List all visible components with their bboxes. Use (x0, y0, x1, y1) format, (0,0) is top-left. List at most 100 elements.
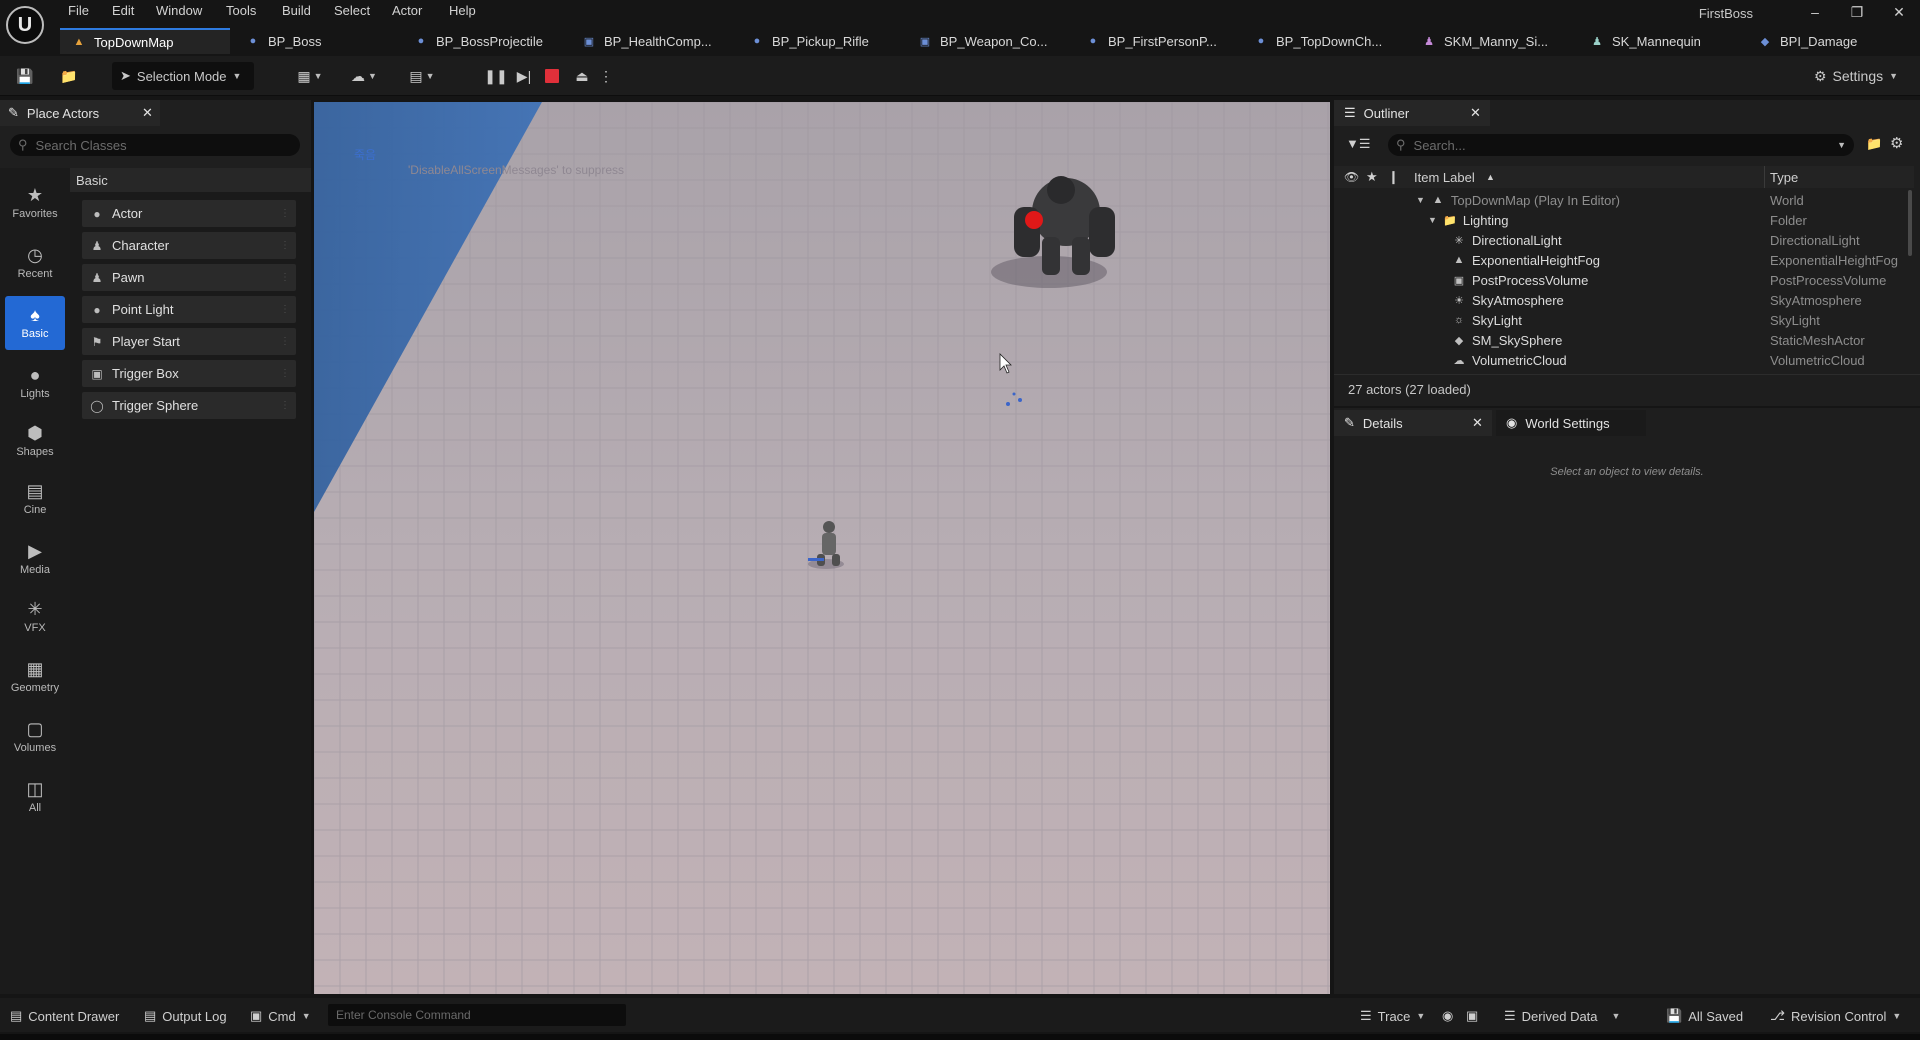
outliner-row[interactable]: ▼ ▲ TopDownMap (Play In Editor) World (1334, 190, 1914, 210)
add-folder-icon[interactable]: 📁 (1866, 136, 1882, 152)
outliner-scrollbar[interactable] (1908, 190, 1912, 256)
menu-build[interactable]: Build (282, 3, 311, 18)
filter-icon[interactable]: ▼☰ (1346, 136, 1371, 152)
drag-handle-icon[interactable]: ⋮ (280, 240, 290, 251)
settings-gear-icon[interactable]: ⚙ (1890, 134, 1903, 152)
cmd-dropdown[interactable]: ▣ Cmd ▼ (250, 1006, 311, 1026)
outliner-row[interactable]: ☁ VolumetricCloud VolumetricCloud (1334, 350, 1914, 370)
visibility-eye-icon[interactable]: 👁 (1344, 170, 1359, 184)
tab-topdownmap[interactable]: ▲ TopDownMap (60, 28, 230, 54)
restore-icon[interactable]: ❐ (1842, 2, 1872, 22)
settings-button[interactable]: ⚙ Settings ▼ (1808, 62, 1904, 90)
add-actor-button[interactable]: ▦ ▼ (290, 62, 330, 90)
outliner-row[interactable]: ☀ SkyAtmosphere SkyAtmosphere (1334, 290, 1914, 310)
console-command-input[interactable]: Enter Console Command (328, 1004, 626, 1026)
drag-handle-icon[interactable]: ⋮ (280, 368, 290, 379)
world-settings-tab[interactable]: ◉ World Settings (1496, 410, 1646, 436)
drag-handle-icon[interactable]: ⋮ (280, 208, 290, 219)
close-tab-icon[interactable]: ✕ (142, 105, 153, 121)
expand-arrow-icon[interactable]: ▼ (1416, 195, 1425, 205)
category-recent[interactable]: ◷ Recent (5, 236, 65, 290)
category-lights[interactable]: ● Lights (5, 356, 65, 410)
minimize-icon[interactable]: – (1800, 2, 1830, 22)
more-options-icon[interactable]: ⋮ (599, 62, 613, 90)
category-vfx[interactable]: ✳ VFX (5, 590, 65, 644)
tab-bpi-damage[interactable]: ◆ BPI_Damage (1746, 28, 1869, 54)
category-favorites[interactable]: ★ Favorites (5, 176, 65, 230)
outliner-row[interactable]: ◆ SM_SkySphere StaticMeshActor (1334, 330, 1914, 350)
actor-item-actor[interactable]: ● Actor ⋮ (82, 200, 296, 227)
screenshot-icon[interactable]: ▣ (1466, 1006, 1478, 1026)
actor-item-trigger-sphere[interactable]: ◯ Trigger Sphere ⋮ (82, 392, 296, 419)
menu-window[interactable]: Window (156, 3, 202, 18)
type-column[interactable]: Type (1770, 170, 1798, 185)
place-actors-tab[interactable]: ✎ Place Actors ✕ (0, 100, 160, 126)
derived-data-dropdown[interactable]: ☰ Derived Data ▼ (1504, 1006, 1620, 1026)
category-all[interactable]: ◫ All (5, 770, 65, 824)
category-geometry[interactable]: ▦ Geometry (5, 650, 65, 704)
close-tab-icon[interactable]: ✕ (1472, 415, 1483, 431)
outliner-search-input[interactable]: ⚲ Search... ▼ (1388, 134, 1854, 156)
menu-edit[interactable]: Edit (112, 3, 134, 18)
tab-sk-mannequin[interactable]: ♟ SK_Mannequin (1578, 28, 1713, 54)
level-viewport[interactable] (314, 102, 1330, 994)
column-divider[interactable] (1764, 166, 1765, 188)
tab-bp-firstpersonp[interactable]: ● BP_FirstPersonP... (1074, 28, 1229, 54)
menu-file[interactable]: File (68, 3, 89, 18)
content-drawer-button[interactable]: ▤ Content Drawer (10, 1006, 119, 1026)
record-icon[interactable]: ◉ (1442, 1006, 1453, 1026)
expand-arrow-icon[interactable]: ▼ (1428, 215, 1437, 225)
tab-skm-manny[interactable]: ♟ SKM_Manny_Si... (1410, 28, 1560, 54)
pause-icon[interactable]: ❚❚ (484, 62, 508, 90)
chevron-down-icon[interactable]: ▼ (1837, 140, 1846, 150)
actor-item-point-light[interactable]: ● Point Light ⋮ (82, 296, 296, 323)
drag-handle-icon[interactable]: ⋮ (280, 272, 290, 283)
item-label-column[interactable]: Item Label (1414, 170, 1475, 185)
outliner-row[interactable]: ▲ ExponentialHeightFog ExponentialHeightFo… (1334, 250, 1914, 270)
category-basic[interactable]: ♠ Basic (5, 296, 65, 350)
outliner-row[interactable]: ☼ SkyLight SkyLight (1334, 310, 1914, 330)
drag-handle-icon[interactable]: ⋮ (280, 304, 290, 315)
tab-bp-weapon-co[interactable]: ▣ BP_Weapon_Co... (906, 28, 1059, 54)
save-icon[interactable]: 💾 (12, 62, 38, 90)
actor-item-player-start[interactable]: ⚑ Player Start ⋮ (82, 328, 296, 355)
tab-bp-pickup-rifle[interactable]: ● BP_Pickup_Rifle (738, 28, 881, 54)
category-shapes[interactable]: ⬢ Shapes (5, 414, 65, 468)
actor-item-pawn[interactable]: ♟ Pawn ⋮ (82, 264, 296, 291)
stop-button[interactable] (542, 62, 562, 90)
outliner-row[interactable]: ▼ 📁 Lighting Folder (1334, 210, 1914, 230)
menu-tools[interactable]: Tools (226, 3, 256, 18)
revision-control-dropdown[interactable]: ⎇ Revision Control ▼ (1770, 1006, 1901, 1026)
cinematics-button[interactable]: ▤ ▼ (402, 62, 442, 90)
output-log-button[interactable]: ▤ Output Log (144, 1006, 227, 1026)
close-tab-icon[interactable]: ✕ (1470, 105, 1481, 121)
menu-select[interactable]: Select (334, 3, 370, 18)
details-tab[interactable]: ✎ Details ✕ (1334, 410, 1492, 436)
drag-handle-icon[interactable]: ⋮ (280, 336, 290, 347)
all-saved-button[interactable]: 💾 All Saved (1666, 1006, 1743, 1026)
category-cine[interactable]: ▤ Cine (5, 472, 65, 526)
tab-bp-topdownch[interactable]: ● BP_TopDownCh... (1242, 28, 1394, 54)
tab-bp-healthcomp[interactable]: ▣ BP_HealthComp... (570, 28, 724, 54)
selection-mode-dropdown[interactable]: ➤ Selection Mode ▼ (112, 62, 254, 90)
outliner-row[interactable]: ▣ PostProcessVolume PostProcessVolume (1334, 270, 1914, 290)
blueprint-menu-button[interactable]: ☁ ▼ (344, 62, 384, 90)
tab-bp-boss[interactable]: ● BP_Boss (234, 28, 333, 54)
search-classes-input[interactable]: ⚲ Search Classes (10, 134, 300, 156)
menu-help[interactable]: Help (449, 3, 476, 18)
close-window-icon[interactable]: ✕ (1884, 2, 1914, 22)
outliner-tab[interactable]: ☰ Outliner ✕ (1334, 100, 1490, 126)
category-media[interactable]: ▶ Media (5, 532, 65, 586)
browse-icon[interactable]: 📁 (56, 62, 82, 90)
drag-handle-icon[interactable]: ⋮ (280, 400, 290, 411)
step-icon[interactable]: ▶| (512, 62, 536, 90)
menu-actor[interactable]: Actor (392, 3, 422, 18)
tab-bp-bossprojectile[interactable]: ● BP_BossProjectile (402, 28, 555, 54)
category-volumes[interactable]: ▢ Volumes (5, 710, 65, 764)
outliner-row[interactable]: ✳ DirectionalLight DirectionalLight (1334, 230, 1914, 250)
star-icon[interactable]: ★ (1366, 169, 1378, 185)
pin-icon[interactable]: ❙ (1388, 169, 1399, 185)
trace-dropdown[interactable]: ☰ Trace ▼ (1360, 1006, 1425, 1026)
actor-item-character[interactable]: ♟ Character ⋮ (82, 232, 296, 259)
eject-icon[interactable]: ⏏ (570, 62, 594, 90)
